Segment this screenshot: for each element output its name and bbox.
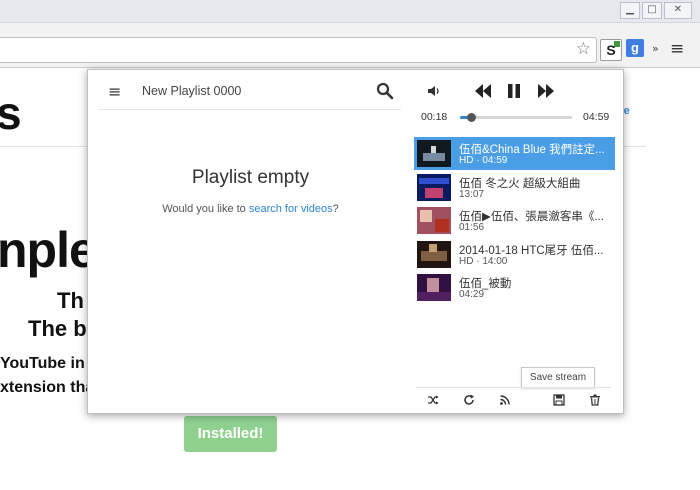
window-titlebar: ▁ □ ✕ [0, 0, 700, 23]
page-heading-fragment: s [0, 87, 22, 139]
next-icon[interactable] [537, 83, 555, 99]
page-subheading-1: Th [57, 288, 84, 313]
stream-item[interactable]: 伍佰▶伍佰、張晨瀲客串《... 01:56 [414, 204, 615, 237]
video-thumbnail [417, 240, 451, 268]
search-videos-link[interactable]: search for videos [249, 203, 333, 215]
save-stream-tooltip: Save stream [521, 367, 595, 388]
trash-icon[interactable] [589, 394, 601, 406]
page-paragraph-2: xtension tha [0, 379, 95, 396]
playlist-name[interactable]: New Playlist 0000 [142, 84, 241, 98]
streamus-popup: ≡ New Playlist 0000 Playlist empty Would… [87, 69, 624, 414]
empty-message-prefix: Would you like to [162, 203, 249, 215]
stream-item[interactable]: 伍佰_被動 04:29 [414, 271, 615, 304]
video-thumbnail [417, 173, 451, 201]
current-time: 00:18 [421, 111, 448, 123]
search-icon[interactable] [376, 82, 394, 100]
minimize-button[interactable]: ▁ [620, 2, 640, 19]
radio-icon[interactable] [499, 394, 511, 406]
window-controls: ▁ □ ✕ [620, 2, 692, 19]
stream-item[interactable]: 伍佰 冬之火 超級大組曲 13:07 [414, 171, 615, 204]
menu-icon[interactable]: ≡ [108, 82, 121, 101]
streamus-extension-icon[interactable]: S [600, 39, 622, 61]
footer-divider [416, 387, 611, 388]
address-bar[interactable]: ☆ [0, 37, 597, 63]
google-extension-icon[interactable]: g [626, 39, 644, 57]
video-meta: 04:29 [459, 289, 485, 300]
installed-button[interactable]: Installed! [184, 416, 277, 452]
volume-icon[interactable] [427, 84, 441, 98]
save-icon[interactable] [553, 394, 565, 406]
empty-playlist-title: Playlist empty [191, 167, 310, 188]
seek-bar[interactable] [460, 113, 572, 122]
browser-menu-icon[interactable]: ≡ [670, 39, 684, 59]
browser-toolbar: ☆ S g » ≡ [0, 23, 700, 68]
empty-playlist-message: Would you like to search for videos? [88, 203, 413, 215]
stream-item[interactable]: 2014-01-18 HTC尾牙 伍佰... HD · 14:00 [414, 238, 615, 271]
seek-handle[interactable] [467, 113, 477, 122]
video-meta: HD · 14:00 [459, 255, 508, 267]
empty-message-suffix: ? [332, 203, 339, 215]
video-meta: HD · 04:59 [459, 155, 508, 166]
header-divider [98, 109, 401, 110]
page-paragraph-1: YouTube in [0, 355, 85, 372]
video-thumbnail [417, 140, 451, 167]
close-button[interactable]: ✕ [664, 2, 692, 19]
more-extensions-icon[interactable]: » [652, 42, 659, 55]
stream-list: 伍佰&China Blue 我們註定... HD · 04:59 伍佰 冬之火 … [414, 137, 615, 305]
page-big-heading: nple [0, 222, 97, 278]
total-time: 04:59 [583, 111, 610, 123]
page-subheading-2: The b [28, 316, 87, 341]
shuffle-icon[interactable] [427, 394, 439, 406]
pause-icon[interactable] [506, 83, 522, 99]
video-meta: 01:56 [459, 222, 485, 233]
stream-item[interactable]: 伍佰&China Blue 我們註定... HD · 04:59 [414, 137, 615, 170]
video-meta: 13:07 [459, 188, 485, 200]
video-thumbnail [417, 207, 451, 234]
video-thumbnail [417, 274, 451, 301]
star-icon[interactable]: ☆ [576, 39, 591, 59]
repeat-icon[interactable] [463, 394, 475, 406]
previous-icon[interactable] [474, 83, 492, 99]
maximize-button[interactable]: □ [642, 2, 662, 19]
signal-icon [614, 41, 620, 47]
